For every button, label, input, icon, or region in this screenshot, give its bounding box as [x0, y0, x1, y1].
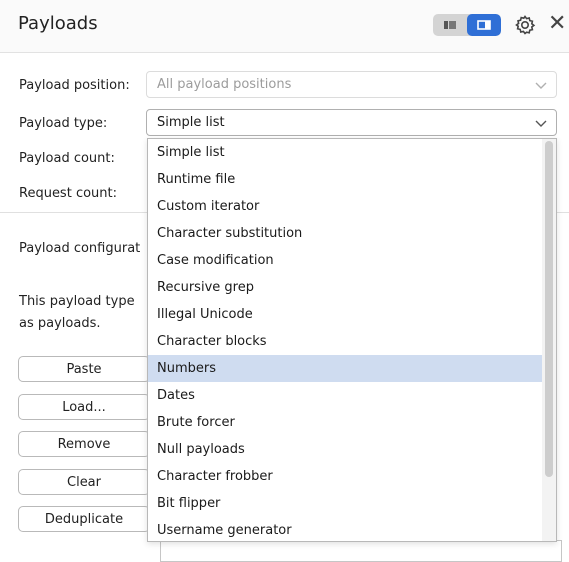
payload-config-heading: Payload configurat — [19, 241, 141, 256]
dropdown-option[interactable]: Runtime file — [148, 166, 542, 193]
load-button[interactable]: Load... — [18, 394, 150, 420]
gear-icon[interactable] — [513, 13, 537, 37]
dropdown-option[interactable]: Simple list — [148, 139, 542, 166]
panel-header: Payloads ✕ — [0, 0, 569, 53]
dropdown-option[interactable]: Illegal Unicode — [148, 301, 542, 328]
dropdown-option[interactable]: Brute forcer — [148, 409, 542, 436]
dropdown-option[interactable]: Dates — [148, 382, 542, 409]
panel-title: Payloads — [18, 13, 98, 34]
layout-split-icon[interactable] — [433, 14, 467, 36]
dropdown-option[interactable]: Character substitution — [148, 220, 542, 247]
payload-position-label: Payload position: — [19, 78, 130, 93]
payload-config-desc-line2: as payloads. — [19, 316, 101, 331]
payload-type-dropdown[interactable]: Simple list Runtime file Custom iterator Ch… — [147, 138, 557, 542]
layout-toggle[interactable] — [433, 14, 501, 36]
payload-count-label: Payload count: — [19, 151, 115, 166]
layout-panel-icon[interactable] — [467, 14, 501, 36]
payload-position-value: All payload positions — [157, 77, 292, 92]
payload-type-value: Simple list — [157, 115, 225, 130]
dropdown-option[interactable]: Case modification — [148, 247, 542, 274]
chevron-down-icon — [535, 120, 547, 127]
dropdown-option[interactable]: Recursive grep — [148, 274, 542, 301]
dropdown-option[interactable]: Character frobber — [148, 463, 542, 490]
dropdown-option[interactable]: Character blocks — [148, 328, 542, 355]
payload-position-select: All payload positions — [146, 71, 557, 98]
clear-button[interactable]: Clear — [18, 469, 150, 495]
dropdown-option[interactable]: Username generator — [148, 517, 542, 544]
payload-config-desc-line1: This payload type — [19, 294, 135, 309]
chevron-down-icon — [535, 82, 547, 89]
remove-button[interactable]: Remove — [18, 431, 150, 457]
payload-type-label: Payload type: — [19, 116, 108, 131]
dropdown-option[interactable]: Custom iterator — [148, 193, 542, 220]
dropdown-scroll-thumb[interactable] — [545, 141, 553, 477]
request-count-label: Request count: — [19, 186, 117, 201]
dropdown-option[interactable]: Bit flipper — [148, 490, 542, 517]
dropdown-option[interactable]: Numbers — [148, 355, 542, 382]
payload-type-select[interactable]: Simple list — [146, 109, 557, 136]
dropdown-scrollbar[interactable] — [542, 139, 556, 541]
deduplicate-button[interactable]: Deduplicate — [18, 506, 150, 532]
close-icon[interactable]: ✕ — [548, 11, 566, 37]
paste-button[interactable]: Paste — [18, 356, 150, 382]
dropdown-option[interactable]: Null payloads — [148, 436, 542, 463]
